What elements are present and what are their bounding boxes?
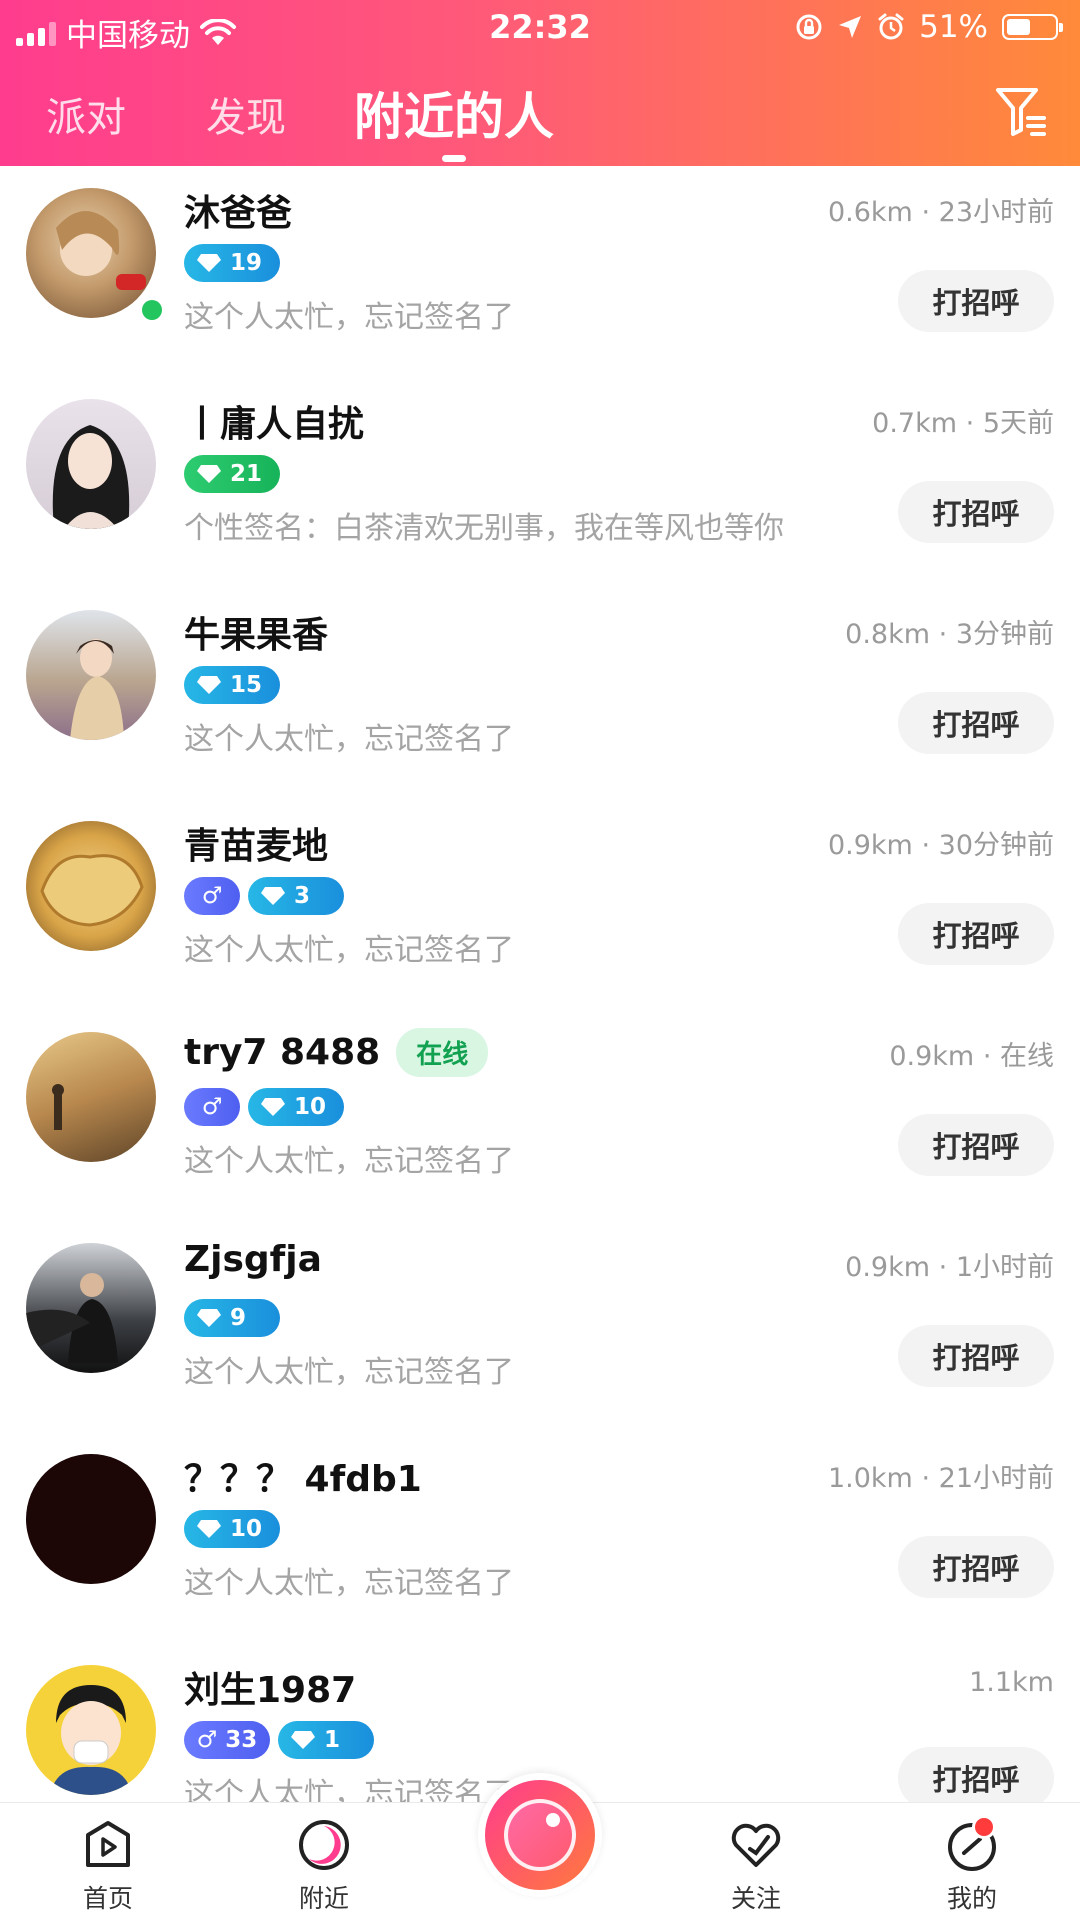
male-icon: ♂	[196, 1727, 218, 1753]
list-item[interactable]: 牛果果香 0.8km · 3分钟前 15 这个人太忙，忘记签名了 打招呼	[0, 588, 1080, 799]
user-signature: 这个人太忙，忘记签名了	[184, 1355, 514, 1390]
user-name: ？？？ 4fdb1	[184, 1459, 422, 1500]
diamond-icon	[291, 1731, 315, 1749]
male-icon: ♂	[201, 1094, 223, 1120]
diamond-level-badge: 10	[184, 1510, 280, 1548]
diamond-icon	[197, 254, 221, 272]
list-item[interactable]: 青苗麦地 0.9km · 30分钟前 ♂ 3 这个人太忙，忘记签名了 打招呼	[0, 799, 1080, 1010]
distance-time: 0.9km · 30分钟前	[827, 830, 1054, 861]
play-square-icon	[86, 1821, 130, 1867]
online-tag: 在线	[396, 1028, 489, 1077]
distance-time: 0.7km · 5天前	[872, 408, 1054, 439]
greet-button[interactable]: 打招呼	[898, 1536, 1054, 1598]
list-item[interactable]: ？？？ 4fdb1 1.0km · 21小时前 10 这个人太忙，忘记签名了 打…	[0, 1432, 1080, 1643]
user-name: Zjsgfja	[184, 1239, 322, 1280]
nav-mine[interactable]: 我的	[912, 1815, 1032, 1915]
avatar[interactable]	[26, 1032, 156, 1162]
diamond-level-badge: 15	[184, 666, 280, 704]
diamond-icon	[197, 465, 221, 483]
distance-time: 1.1km	[969, 1667, 1054, 1698]
distance-time: 0.9km · 在线	[889, 1041, 1054, 1072]
filter-icon[interactable]	[994, 84, 1050, 140]
avatar[interactable]	[26, 610, 156, 740]
avatar[interactable]	[26, 399, 156, 529]
user-signature: 这个人太忙，忘记签名了	[184, 1566, 514, 1601]
greet-button[interactable]: 打招呼	[898, 903, 1054, 965]
user-name: 牛果果香	[184, 615, 329, 656]
male-gender-badge: ♂	[184, 877, 240, 915]
user-name: 沐爸爸	[184, 193, 293, 234]
avatar[interactable]	[26, 1243, 156, 1373]
battery-icon	[1002, 14, 1063, 40]
distance-time: 0.8km · 3分钟前	[845, 619, 1054, 650]
diamond-level-badge: 3	[248, 877, 344, 915]
user-name: try7 8488	[184, 1032, 381, 1073]
distance-time: 0.9km · 1小时前	[845, 1252, 1054, 1283]
list-item[interactable]: try7 8488 在线 0.9km · 在线 ♂ 10 这个人太忙，忘记签名了…	[0, 1010, 1080, 1221]
user-name: 丨庸人自扰	[184, 404, 365, 445]
greet-button[interactable]: 打招呼	[898, 1325, 1054, 1387]
diamond-icon	[197, 1520, 221, 1538]
heart-check-icon	[731, 1823, 781, 1867]
avatar[interactable]	[26, 1454, 156, 1584]
male-gender-badge: ♂	[184, 1088, 240, 1126]
diamond-icon	[197, 676, 221, 694]
diamond-level-badge: 10	[248, 1088, 344, 1126]
diamond-level-badge: 9	[184, 1299, 280, 1337]
avatar[interactable]	[26, 821, 156, 951]
user-name: 青苗麦地	[184, 826, 329, 867]
diamond-icon	[261, 887, 285, 905]
user-name: 刘生1987	[184, 1670, 357, 1711]
diamond-icon	[197, 1309, 221, 1327]
avatar[interactable]	[26, 1665, 156, 1795]
battery-percent: 51%	[919, 9, 988, 45]
list-item[interactable]: Zjsgfja 0.9km · 1小时前 9 这个人太忙，忘记签名了 打招呼	[0, 1221, 1080, 1432]
diamond-level-badge: 21	[184, 455, 280, 493]
bottom-navigation: 首页 附近 关注 我的	[0, 1773, 1080, 1921]
nav-follow[interactable]: 关注	[696, 1817, 816, 1915]
user-signature: 个性签名：白茶清欢无别事，我在等风也等你	[184, 511, 784, 546]
list-item[interactable]: 丨庸人自扰 0.7km · 5天前 21 个性签名：白茶清欢无别事，我在等风也等…	[0, 377, 1080, 588]
greet-button[interactable]: 打招呼	[898, 692, 1054, 754]
tab-discover[interactable]: 发现	[206, 88, 286, 148]
diamond-level-badge: 1	[278, 1721, 374, 1759]
greet-button[interactable]: 打招呼	[898, 1114, 1054, 1176]
location-arrow-icon	[839, 16, 862, 38]
nearby-user-list: 沐爸爸 0.6km · 23小时前 19 这个人太忙，忘记签名了 打招呼 丨庸人…	[0, 166, 1080, 1802]
male-icon: ♂	[201, 883, 223, 909]
avatar[interactable]	[26, 188, 156, 318]
male-gender-badge: ♂ 33	[184, 1721, 270, 1759]
alarm-icon	[878, 13, 904, 40]
nearby-circle-icon	[299, 1820, 349, 1870]
tab-party[interactable]: 派对	[46, 88, 126, 148]
user-signature: 这个人太忙，忘记签名了	[184, 722, 514, 757]
greet-button[interactable]: 打招呼	[898, 270, 1054, 332]
tab-nearby-people[interactable]: 附近的人	[354, 86, 554, 162]
online-status-badge	[138, 296, 166, 324]
diamond-level-badge: 19	[184, 244, 280, 282]
user-signature: 这个人太忙，忘记签名了	[184, 1777, 514, 1802]
user-signature: 这个人太忙，忘记签名了	[184, 933, 514, 968]
greet-button[interactable]: 打招呼	[898, 481, 1054, 543]
orientation-lock-icon	[796, 14, 822, 40]
nav-home[interactable]: 首页	[48, 1817, 168, 1915]
record-button[interactable]	[478, 1773, 602, 1897]
top-tabs: 派对 发现 附近的人	[0, 78, 554, 162]
nav-nearby[interactable]: 附近	[264, 1817, 384, 1915]
status-bar: 中国移动 22:32 51%	[0, 0, 1080, 54]
status-right: 51%	[795, 9, 1063, 45]
camera-record-icon	[504, 1799, 576, 1871]
notification-dot	[972, 1815, 996, 1839]
user-signature: 这个人太忙，忘记签名了	[184, 1144, 514, 1179]
distance-time: 0.6km · 23小时前	[827, 197, 1054, 228]
distance-time: 1.0km · 21小时前	[827, 1463, 1054, 1494]
list-item[interactable]: 沐爸爸 0.6km · 23小时前 19 这个人太忙，忘记签名了 打招呼	[0, 166, 1080, 377]
user-signature: 这个人太忙，忘记签名了	[184, 300, 514, 335]
diamond-icon	[261, 1098, 285, 1116]
greet-button[interactable]: 打招呼	[898, 1747, 1054, 1802]
top-header: 中国移动 22:32 51% 派对 发现 附近的人	[0, 0, 1080, 166]
